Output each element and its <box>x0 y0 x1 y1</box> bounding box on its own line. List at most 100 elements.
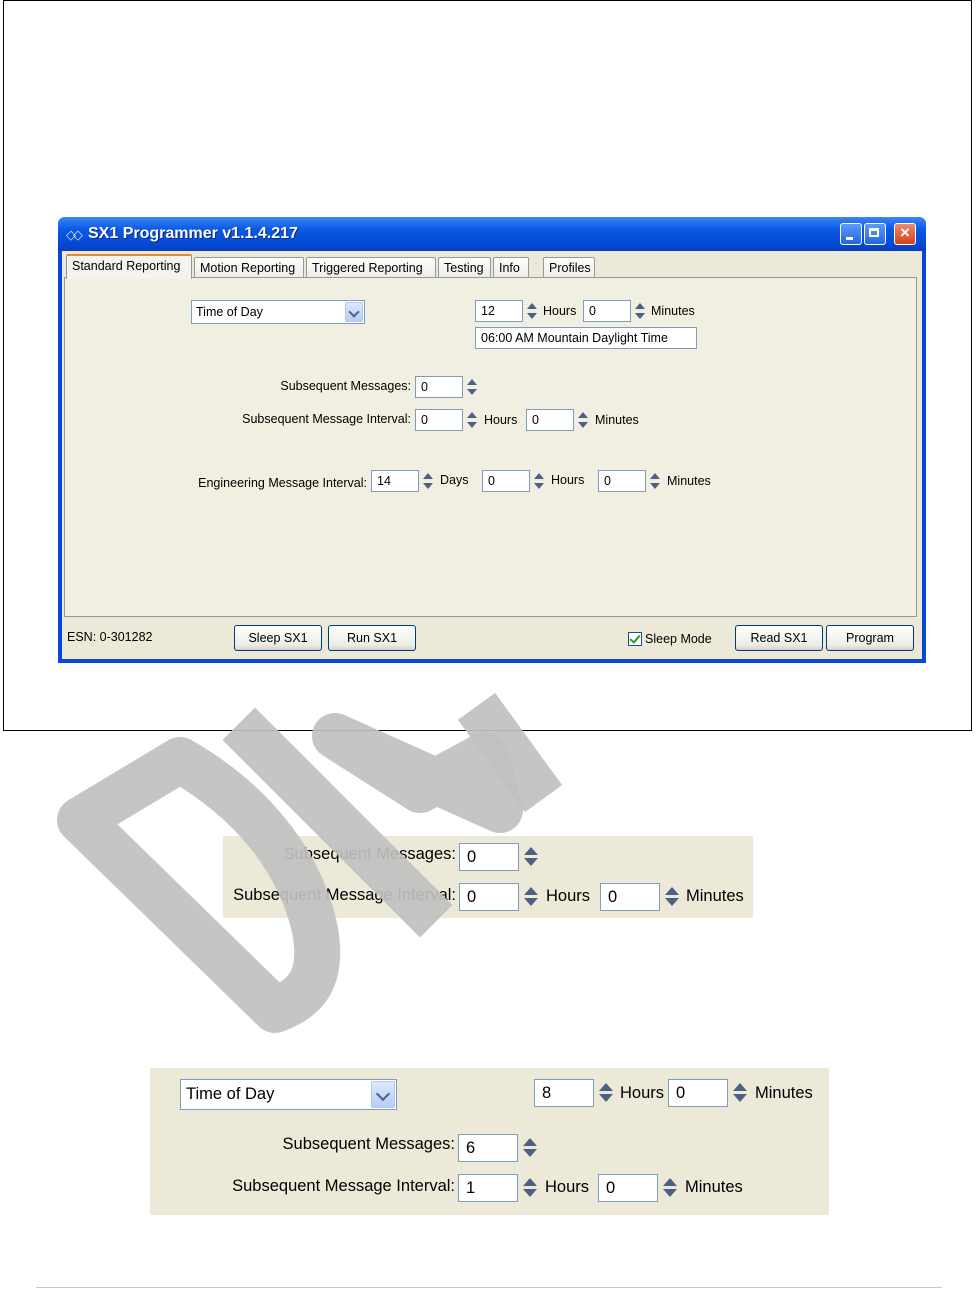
engineering-minutes-spinner[interactable]: 0 <box>598 470 666 492</box>
engineering-minutes-label: Minutes <box>667 474 711 488</box>
time-minutes-spinner[interactable]: 0 <box>583 300 651 322</box>
subsequent-messages-label: Subsequent Messages: <box>280 379 411 393</box>
engineering-hours-label: Hours <box>551 473 585 487</box>
minutes-label: Minutes <box>686 887 744 905</box>
sleep-mode-label: Sleep Mode <box>645 632 712 646</box>
minimize-button[interactable] <box>840 223 862 245</box>
sleep-mode-checkbox[interactable] <box>628 632 642 646</box>
subsequent-interval-hours-input[interactable]: 1 <box>458 1174 518 1202</box>
time-display-field: 06:00 AM Mountain Daylight Time <box>475 327 697 349</box>
subsequent-interval-minutes-input[interactable]: 0 <box>526 409 574 431</box>
time-minutes-input[interactable]: 0 <box>668 1079 728 1107</box>
engineering-hours-input[interactable]: 0 <box>482 470 530 492</box>
time-minutes-spinner[interactable]: 0 <box>668 1079 752 1107</box>
time-hours-spinner[interactable]: 12 <box>475 300 543 322</box>
tab-triggered-reporting[interactable]: Triggered Reporting <box>306 257 436 278</box>
hours-label: Hours <box>620 1084 665 1102</box>
close-button[interactable]: × <box>894 223 916 245</box>
spin-arrows-icon[interactable] <box>521 843 538 871</box>
report-mode-value: Time of Day <box>186 1085 275 1103</box>
spin-arrows-icon[interactable] <box>465 376 481 398</box>
subsequent-messages-spinner[interactable]: 6 <box>458 1134 542 1162</box>
spin-arrows-icon[interactable] <box>596 1079 613 1107</box>
subsequent-messages-spinner[interactable]: 0 <box>459 843 543 871</box>
subsequent-interval-minutes-label: Minutes <box>595 413 639 427</box>
subsequent-interval-minutes-spinner[interactable]: 0 <box>600 883 684 911</box>
figure-frame: ◇◇ SX1 Programmer v1.1.4.217 × Standard … <box>3 0 972 731</box>
subsequent-settings-closeup: Subsequent Messages: 0 Subsequent Messag… <box>223 836 753 918</box>
report-mode-select[interactable]: Time of Day <box>180 1079 397 1110</box>
app-icon: ◇◇ <box>66 227 83 242</box>
engineering-days-spinner[interactable]: 14 <box>371 470 439 492</box>
subsequent-messages-input[interactable]: 0 <box>459 843 519 871</box>
report-mode-select[interactable]: Time of Day <box>191 300 365 324</box>
subsequent-messages-input[interactable]: 0 <box>415 376 463 398</box>
subsequent-interval-hours-input[interactable]: 0 <box>415 409 463 431</box>
time-minutes-input[interactable]: 0 <box>583 300 631 322</box>
subsequent-interval-minutes-spinner[interactable]: 0 <box>598 1174 682 1202</box>
subsequent-interval-hours-spinner[interactable]: 0 <box>459 883 543 911</box>
sx1-programmer-window: ◇◇ SX1 Programmer v1.1.4.217 × Standard … <box>58 217 926 663</box>
maximize-button[interactable] <box>864 223 886 245</box>
spin-arrows-icon[interactable] <box>521 883 538 911</box>
minutes-label: Minutes <box>685 1178 743 1196</box>
minutes-label: Minutes <box>755 1084 813 1102</box>
subsequent-interval-hours-spinner[interactable]: 0 <box>415 409 483 431</box>
tab-info[interactable]: Info <box>493 257 529 278</box>
subsequent-interval-hours-label: Hours <box>484 413 518 427</box>
chevron-down-icon[interactable] <box>345 302 363 322</box>
window-title: SX1 Programmer v1.1.4.217 <box>88 225 298 242</box>
spin-arrows-icon[interactable] <box>576 409 592 431</box>
subsequent-interval-label: Subsequent Message Interval: <box>232 1177 455 1195</box>
tab-motion-reporting[interactable]: Motion Reporting <box>194 257 304 278</box>
tab-testing[interactable]: Testing <box>438 257 491 278</box>
engineering-interval-label: Engineering Message Interval: <box>198 476 367 490</box>
spin-arrows-icon[interactable] <box>520 1134 537 1162</box>
watermark-stroke <box>457 692 563 813</box>
subsequent-interval-minutes-input[interactable]: 0 <box>598 1174 658 1202</box>
subsequent-interval-hours-spinner[interactable]: 1 <box>458 1174 542 1202</box>
spin-arrows-icon[interactable] <box>520 1174 537 1202</box>
spin-arrows-icon[interactable] <box>730 1079 747 1107</box>
subsequent-interval-label: Subsequent Message Interval: <box>242 412 411 426</box>
spin-arrows-icon[interactable] <box>662 883 679 911</box>
tab-profiles[interactable]: Profiles <box>543 257 595 278</box>
program-button[interactable]: Program <box>826 625 914 651</box>
spin-arrows-icon[interactable] <box>648 470 664 492</box>
subsequent-interval-label: Subsequent Message Interval: <box>233 886 456 904</box>
chevron-down-icon[interactable] <box>371 1081 395 1108</box>
sleep-sx1-button[interactable]: Sleep SX1 <box>234 625 322 651</box>
watermark-stroke <box>312 713 523 833</box>
engineering-days-input[interactable]: 14 <box>371 470 419 492</box>
subsequent-messages-label: Subsequent Messages: <box>283 845 456 863</box>
subsequent-messages-spinner[interactable]: 0 <box>415 376 483 398</box>
run-sx1-button[interactable]: Run SX1 <box>328 625 416 651</box>
hours-label: Hours <box>545 1178 590 1196</box>
tab-standard-reporting[interactable]: Standard Reporting <box>66 254 192 279</box>
engineering-minutes-input[interactable]: 0 <box>598 470 646 492</box>
subsequent-messages-label: Subsequent Messages: <box>282 1135 455 1153</box>
time-minutes-label: Minutes <box>651 304 695 318</box>
hours-label: Hours <box>546 887 591 905</box>
spin-arrows-icon[interactable] <box>525 300 541 322</box>
footer-divider <box>36 1287 942 1288</box>
read-sx1-button[interactable]: Read SX1 <box>735 625 823 651</box>
time-hours-input[interactable]: 8 <box>534 1079 594 1107</box>
standard-reporting-panel: Time of Day 12 Hours 0 Minutes 06:00 AM … <box>64 277 917 617</box>
spin-arrows-icon[interactable] <box>465 409 481 431</box>
window-client-area: Standard Reporting Motion Reporting Trig… <box>62 251 922 659</box>
spin-arrows-icon[interactable] <box>660 1174 677 1202</box>
title-bar[interactable]: ◇◇ SX1 Programmer v1.1.4.217 × <box>58 217 926 251</box>
spin-arrows-icon[interactable] <box>421 470 437 492</box>
time-hours-spinner[interactable]: 8 <box>534 1079 618 1107</box>
subsequent-interval-hours-input[interactable]: 0 <box>459 883 519 911</box>
spin-arrows-icon[interactable] <box>532 470 548 492</box>
engineering-hours-spinner[interactable]: 0 <box>482 470 550 492</box>
engineering-days-label: Days <box>440 473 469 487</box>
spin-arrows-icon[interactable] <box>633 300 649 322</box>
subsequent-messages-input[interactable]: 6 <box>458 1134 518 1162</box>
time-hours-input[interactable]: 12 <box>475 300 523 322</box>
subsequent-interval-minutes-spinner[interactable]: 0 <box>526 409 594 431</box>
subsequent-interval-minutes-input[interactable]: 0 <box>600 883 660 911</box>
time-of-day-closeup: Time of Day 8 Hours 0 Minutes Subsequent… <box>150 1068 829 1215</box>
